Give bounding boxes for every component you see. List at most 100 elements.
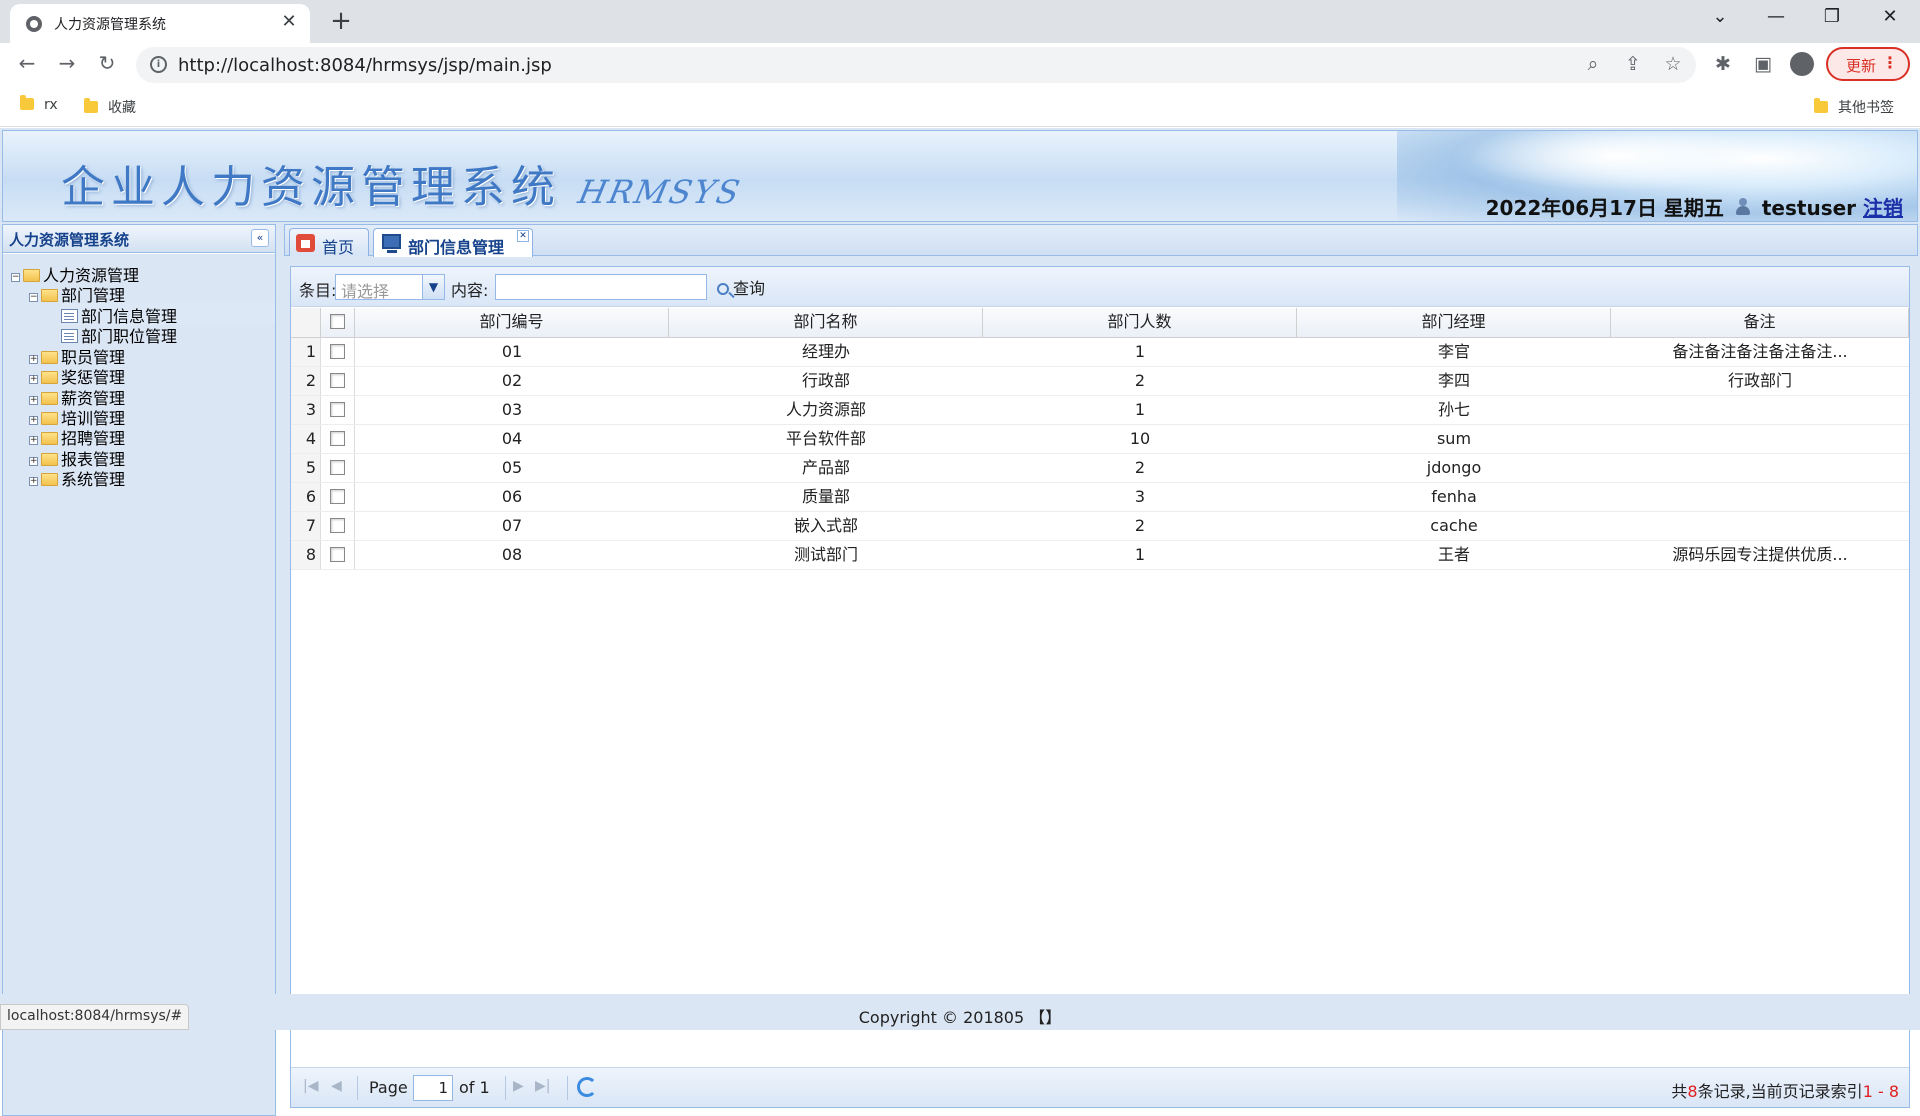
browser-tab[interactable]: 人力资源管理系统 ✕ (10, 4, 310, 43)
refresh-icon[interactable] (577, 1077, 597, 1097)
collapse-icon[interactable]: « (251, 229, 269, 247)
bookmark-other[interactable]: 其他书签 (1814, 97, 1894, 117)
tab-dept-info[interactable]: 部门信息管理 ✕ (373, 228, 533, 257)
row-checkbox[interactable] (330, 344, 345, 359)
plus-icon[interactable]: + (29, 355, 38, 364)
star-icon[interactable]: ☆ (1660, 53, 1686, 75)
tree-node-system[interactable]: + 系统管理 (29, 466, 125, 489)
plus-icon[interactable]: + (29, 375, 38, 384)
column-header-name[interactable]: 部门名称 (669, 308, 983, 337)
restore-button[interactable]: ❐ (1812, 6, 1852, 27)
plus-icon[interactable]: + (29, 477, 38, 486)
bookmark-rx[interactable]: rx (20, 95, 58, 113)
update-label: 更新 (1846, 57, 1877, 75)
table-row[interactable]: 1 01 经理办 1 李官 备注备注备注备注备注... (291, 338, 1909, 367)
bookmark-favorites[interactable]: 收藏 (84, 97, 136, 117)
table-row[interactable]: 4 04 平台软件部 10 sum (291, 425, 1909, 454)
cell-manager: sum (1436, 429, 1472, 448)
tree-node-reports[interactable]: + 报表管理 (29, 446, 125, 469)
tree-node-rewards[interactable]: + 奖惩管理 (29, 364, 125, 387)
monitor-icon (382, 234, 401, 253)
share-icon[interactable]: ⇪ (1620, 53, 1646, 75)
tree-node-root[interactable]: − 人力资源管理 (11, 262, 139, 285)
column-header-id[interactable]: 部门编号 (355, 308, 669, 337)
info-icon[interactable]: i (150, 56, 167, 73)
content-input[interactable] (495, 274, 707, 300)
close-tab-icon[interactable]: ✕ (278, 11, 300, 32)
reload-button[interactable]: ↻ (92, 51, 122, 75)
close-tab-icon[interactable]: ✕ (517, 230, 529, 242)
sidebar-tree: − 人力资源管理 − 部门管理 部门信息管理 部门职位管理 + 职员管理 + 奖惩管理 … (3, 254, 275, 1115)
table-row[interactable]: 5 05 产品部 2 jdongo (291, 454, 1909, 483)
search-toolbar: 条目: 请选择 ▼ 内容: 查询 (291, 267, 1909, 307)
row-checkbox[interactable] (330, 431, 345, 446)
row-checkbox[interactable] (330, 402, 345, 417)
tree-node-recruit[interactable]: + 招聘管理 (29, 425, 125, 448)
forward-button[interactable]: → (52, 51, 82, 75)
back-button[interactable]: ← (12, 51, 42, 75)
select-all-checkbox[interactable] (330, 314, 345, 329)
address-bar[interactable]: i http://localhost:8084/hrmsys/jsp/main.… (136, 47, 1696, 83)
prev-page-icon[interactable]: ◀ (331, 1078, 342, 1094)
bookmarks-bar: rx 收藏 其他书签 (0, 87, 1920, 127)
cell-count: 1 (1134, 342, 1146, 361)
plus-icon[interactable]: + (29, 457, 38, 466)
chevron-down-icon[interactable]: ▼ (422, 275, 444, 299)
row-checkbox[interactable] (330, 489, 345, 504)
tab-label: 首页 (322, 238, 355, 257)
field-select[interactable]: 请选择 ▼ (335, 274, 445, 301)
column-header-note[interactable]: 备注 (1611, 308, 1909, 337)
tree-node-staff[interactable]: + 职员管理 (29, 344, 125, 367)
plus-icon[interactable]: + (29, 436, 38, 445)
row-checkbox[interactable] (330, 547, 345, 562)
plus-icon[interactable]: + (29, 416, 38, 425)
tab-home[interactable]: 首页 (289, 228, 369, 257)
column-header-count[interactable]: 部门人数 (983, 308, 1297, 337)
tree-node-dept[interactable]: − 部门管理 (29, 282, 125, 305)
tree-node-dept-position[interactable]: 部门职位管理 (61, 323, 177, 346)
table-row[interactable]: 3 03 人力资源部 1 孙七 (291, 396, 1909, 425)
query-button[interactable]: 查询 (717, 275, 765, 299)
page-label: Page (369, 1078, 408, 1097)
table-row[interactable]: 7 07 嵌入式部 2 cache (291, 512, 1909, 541)
table-row[interactable]: 2 02 行政部 2 李四 行政部门 (291, 367, 1909, 396)
table-row[interactable]: 8 08 测试部门 1 王者 源码乐园专注提供优质... (291, 541, 1909, 570)
close-window-button[interactable]: ✕ (1870, 6, 1910, 27)
table-row[interactable]: 6 06 质量部 3 fenha (291, 483, 1909, 512)
profile-avatar[interactable] (1790, 52, 1814, 76)
new-tab-button[interactable]: + (326, 6, 356, 36)
row-checkbox[interactable] (330, 518, 345, 533)
minus-icon[interactable]: − (29, 293, 38, 302)
tree-node-dept-info[interactable]: 部门信息管理 (61, 303, 275, 326)
row-checkbox[interactable] (330, 373, 345, 388)
address-url[interactable]: http://localhost:8084/hrmsys/jsp/main.js… (178, 55, 552, 76)
tree-node-training[interactable]: + 培训管理 (29, 405, 125, 428)
globe-icon (26, 16, 42, 32)
side-panel-icon[interactable]: ▣ (1750, 53, 1776, 75)
folder-icon (84, 98, 98, 113)
cell-name: 质量部 (801, 487, 850, 506)
first-page-icon[interactable]: |◀ (303, 1078, 318, 1094)
page-input[interactable]: 1 (413, 1075, 453, 1101)
minus-icon[interactable]: − (11, 273, 20, 282)
column-header-manager[interactable]: 部门经理 (1297, 308, 1611, 337)
folder-icon (41, 473, 58, 486)
row-number-header (291, 308, 321, 337)
cell-id: 07 (501, 516, 523, 535)
minimize-button[interactable]: — (1756, 6, 1796, 27)
cell-count: 2 (1134, 371, 1146, 390)
next-page-icon[interactable]: ▶ (513, 1078, 524, 1094)
header-date: 2022年06月17日 星期五 (1485, 196, 1724, 220)
last-page-icon[interactable]: ▶| (535, 1078, 550, 1094)
extensions-icon[interactable]: ✱ (1710, 53, 1736, 75)
tree-node-salary[interactable]: + 薪资管理 (29, 385, 125, 408)
row-checkbox[interactable] (330, 460, 345, 475)
update-button[interactable]: 更新 ⋮ (1826, 47, 1910, 81)
tab-search-icon[interactable]: ⌄ (1700, 6, 1740, 27)
zoom-icon[interactable]: ⌕ (1580, 53, 1606, 75)
row-number: 3 (291, 396, 321, 424)
plus-icon[interactable]: + (29, 396, 38, 405)
logout-link[interactable]: 注销 (1863, 196, 1903, 220)
cell-note (1611, 396, 1909, 424)
cell-id: 01 (501, 342, 523, 361)
